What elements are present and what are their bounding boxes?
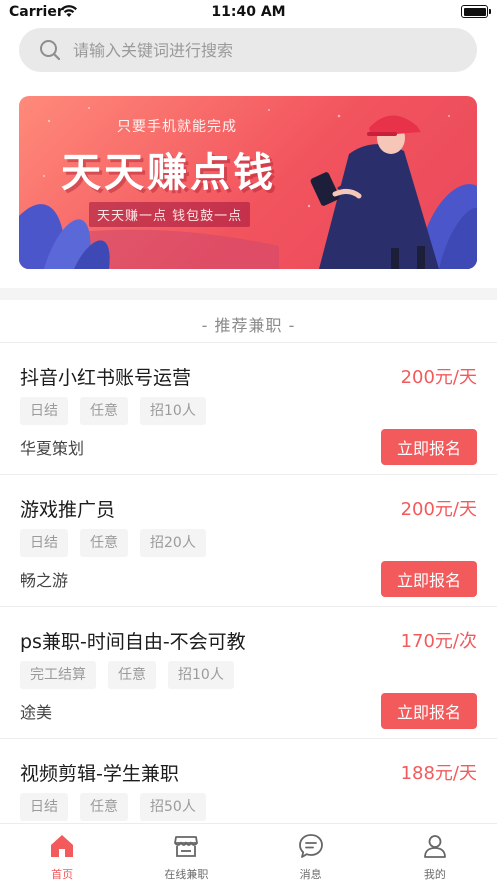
tab-home[interactable]: 首页 — [0, 824, 124, 883]
section-divider — [0, 288, 497, 300]
tab-label: 首页 — [51, 868, 74, 881]
tab-label: 在线兼职 — [164, 868, 209, 881]
battery-icon — [461, 5, 491, 18]
section-title: - 推荐兼职 - — [201, 316, 296, 335]
job-tag: 完工结算 — [20, 661, 96, 689]
tab-messages[interactable]: 消息 — [249, 824, 373, 883]
job-tag: 招10人 — [168, 661, 234, 689]
promo-banner[interactable]: 只要手机就能完成 天天赚点钱 天天赚一点 钱包鼓一点 — [19, 96, 477, 269]
job-title: 视频剪辑-学生兼职 — [20, 763, 179, 785]
job-tags: 完工结算 任意 招10人 — [20, 661, 234, 689]
tab-online-jobs[interactable]: 在线兼职 — [124, 824, 248, 883]
job-tag: 招20人 — [140, 529, 206, 557]
home-icon — [51, 835, 74, 857]
tab-label: 我的 — [423, 868, 446, 881]
tab-bar: 首页 在线兼职 消息 我的 — [0, 823, 497, 883]
tab-label: 消息 — [299, 868, 322, 881]
job-salary: 188元/天 — [400, 763, 477, 784]
banner-title: 天天赚点钱 — [61, 149, 276, 196]
search-icon — [40, 40, 61, 61]
banner-tagline: 天天赚一点 钱包鼓一点 — [89, 202, 251, 227]
job-title: 抖音小红书账号运营 — [20, 367, 192, 389]
tab-profile[interactable]: 我的 — [373, 824, 497, 883]
job-tags: 日结 任意 招50人 — [20, 793, 206, 821]
job-tags: 日结 任意 招20人 — [20, 529, 206, 557]
job-tag: 招50人 — [140, 793, 206, 821]
banner-subtitle: 只要手机就能完成 — [117, 119, 237, 135]
job-tag: 任意 — [80, 529, 128, 557]
job-card[interactable]: 抖音小红书账号运营 200元/天 日结 任意 招10人 华夏策划 立即报名 — [0, 342, 497, 474]
apply-button[interactable]: 立即报名 — [381, 429, 477, 465]
job-tag: 日结 — [20, 793, 68, 821]
job-company: 途美 — [20, 703, 53, 722]
job-tag: 日结 — [20, 397, 68, 425]
job-tag: 任意 — [80, 397, 128, 425]
job-card[interactable]: 游戏推广员 200元/天 日结 任意 招20人 畅之游 立即报名 — [0, 474, 497, 606]
user-icon — [423, 835, 446, 858]
clock: 11:40 AM — [211, 4, 286, 20]
job-card[interactable]: ps兼职-时间自由-不会可教 170元/次 完工结算 任意 招10人 途美 立即… — [0, 606, 497, 738]
job-tag: 招10人 — [140, 397, 206, 425]
job-tag: 任意 — [108, 661, 156, 689]
chat-icon — [298, 834, 323, 858]
job-salary: 200元/天 — [400, 367, 477, 388]
job-salary: 170元/次 — [400, 631, 477, 652]
apply-button[interactable]: 立即报名 — [381, 693, 477, 729]
job-tags: 日结 任意 招10人 — [20, 397, 206, 425]
job-tag: 日结 — [20, 529, 68, 557]
job-title: 游戏推广员 — [20, 499, 116, 521]
job-company: 华夏策划 — [20, 439, 85, 458]
apply-button[interactable]: 立即报名 — [381, 561, 477, 597]
job-title: ps兼职-时间自由-不会可教 — [20, 631, 246, 653]
job-tag: 任意 — [80, 793, 128, 821]
search-bar[interactable] — [19, 28, 477, 72]
job-company: 畅之游 — [20, 571, 69, 590]
shop-icon — [174, 836, 199, 857]
status-bar: Carrier 11:40 AM — [0, 0, 497, 26]
search-input[interactable] — [73, 28, 453, 72]
job-salary: 200元/天 — [400, 499, 477, 520]
